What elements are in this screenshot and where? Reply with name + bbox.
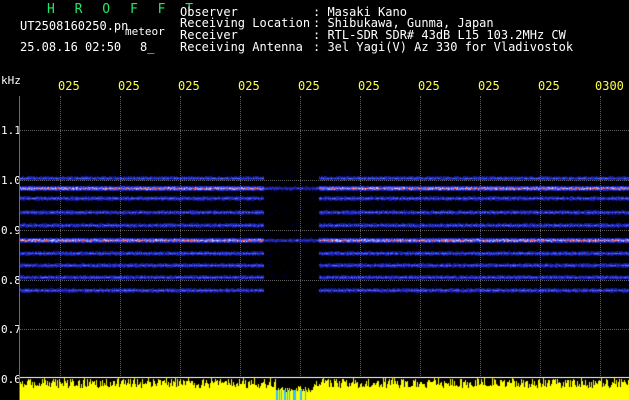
file-tag: meteor: [125, 25, 165, 38]
grid-line-vertical: [420, 96, 421, 376]
y-tick-label: 1.1: [1, 124, 21, 137]
waterfall-spectrogram: [20, 96, 629, 400]
grid-line-1.1: [20, 130, 629, 131]
extra-label: 8_: [140, 40, 155, 54]
info-key-antenna: Receiving Antenna: [180, 40, 303, 54]
y-tick-label: 1.0: [1, 174, 21, 187]
x-tick-label: 0300: [595, 79, 624, 93]
x-tick-label: 025: [538, 79, 560, 93]
info-value-antenna: : 3el Yagi(V) Az 330 for Vladivostok: [313, 40, 574, 54]
x-tick-label: 025: [478, 79, 500, 93]
waterfall-plot: [20, 96, 629, 400]
grid-line-1.0: [20, 180, 629, 181]
grid-line-vertical: [480, 96, 481, 376]
grid-line-vertical: [600, 96, 601, 376]
x-tick-label: 025: [298, 79, 320, 93]
grid-line-vertical: [180, 96, 181, 376]
x-tick-label: 025: [178, 79, 200, 93]
y-tick-label: 0.9: [1, 224, 21, 237]
grid-line-0.9: [20, 230, 629, 231]
x-tick-label: 025: [238, 79, 260, 93]
grid-line-vertical: [60, 96, 61, 376]
y-tick-label: 0.8: [1, 274, 21, 287]
grid-line-vertical: [360, 96, 361, 376]
signal-baseline: [20, 377, 629, 378]
grid-line-vertical: [300, 96, 301, 376]
file-name: UT2508160250.pn: [20, 19, 129, 33]
y-tick-label: 0.6: [1, 373, 21, 386]
grid-line-vertical: [540, 96, 541, 376]
timestamp: 25.08.16 02:50: [20, 40, 122, 54]
grid-line-vertical: [120, 96, 121, 376]
x-tick-label: 025: [358, 79, 380, 93]
x-tick-label: 025: [58, 79, 80, 93]
grid-line-0.7: [20, 329, 629, 330]
grid-line-vertical: [240, 96, 241, 376]
grid-line-0.8: [20, 280, 629, 281]
y-tick-label: 0.7: [1, 323, 21, 336]
x-tick-label: 025: [118, 79, 140, 93]
y-axis-unit: kHz: [1, 74, 21, 87]
app-title: H R O F F T: [47, 2, 200, 17]
x-tick-label: 025: [418, 79, 440, 93]
